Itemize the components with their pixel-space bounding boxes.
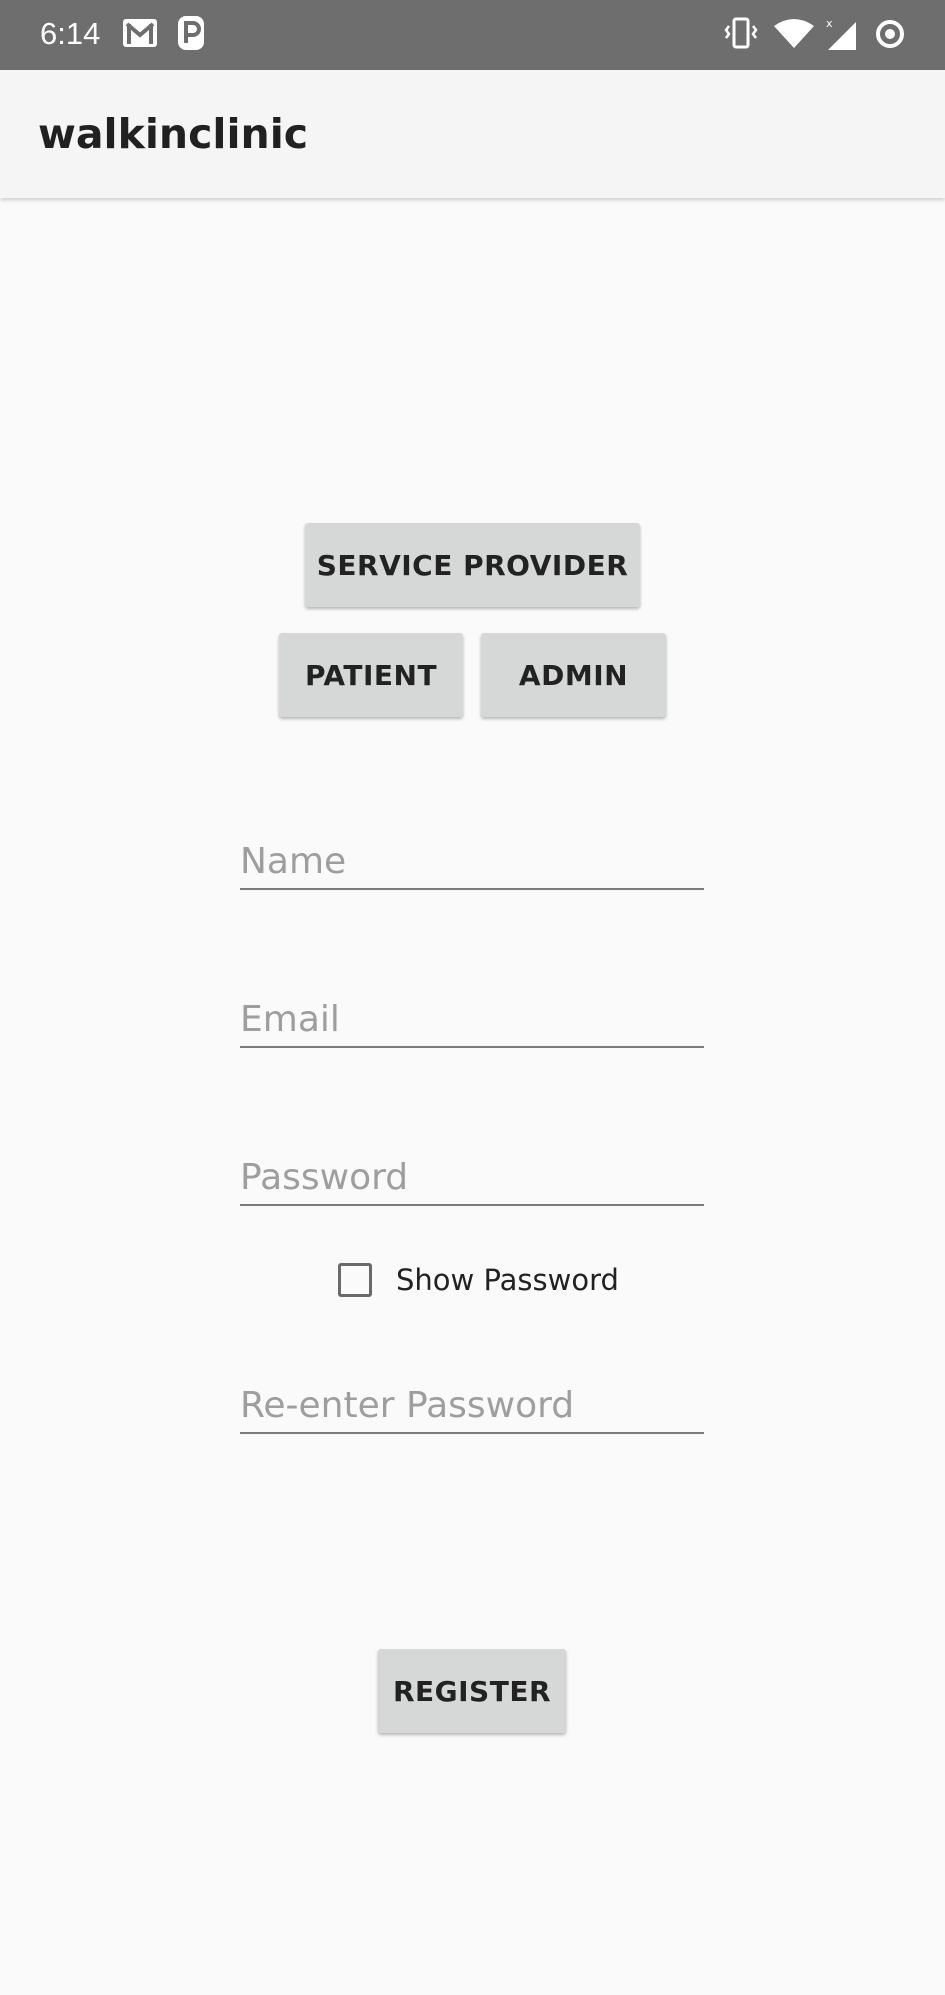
- app-title: walkinclinic: [38, 110, 309, 158]
- reenter-password-input[interactable]: [240, 1385, 704, 1426]
- wifi-icon: [774, 18, 814, 54]
- admin-button[interactable]: ADMIN: [481, 633, 666, 717]
- svg-text:x: x: [826, 17, 833, 30]
- password-field: [240, 1144, 704, 1206]
- show-password-label: Show Password: [396, 1263, 619, 1297]
- patient-button[interactable]: PATIENT: [279, 633, 463, 717]
- name-field: [240, 828, 704, 890]
- status-bar: 6:14 x: [0, 0, 945, 70]
- show-password-row[interactable]: Show Password: [338, 1255, 619, 1305]
- status-time: 6:14: [40, 16, 101, 51]
- parking-icon: [178, 16, 204, 54]
- service-provider-button[interactable]: SERVICE PROVIDER: [305, 523, 640, 607]
- register-button[interactable]: REGISTER: [378, 1649, 566, 1733]
- email-field: [240, 986, 704, 1048]
- password-input[interactable]: [240, 1157, 704, 1198]
- sync-icon: [874, 18, 906, 54]
- name-input[interactable]: [240, 841, 704, 882]
- reenter-password-field: [240, 1372, 704, 1434]
- vibrate-icon: [724, 16, 758, 54]
- show-password-checkbox[interactable]: [338, 1263, 372, 1297]
- email-input[interactable]: [240, 999, 704, 1040]
- signal-icon: x: [824, 16, 860, 54]
- app-bar: walkinclinic: [0, 70, 945, 198]
- gmail-icon: [122, 18, 158, 52]
